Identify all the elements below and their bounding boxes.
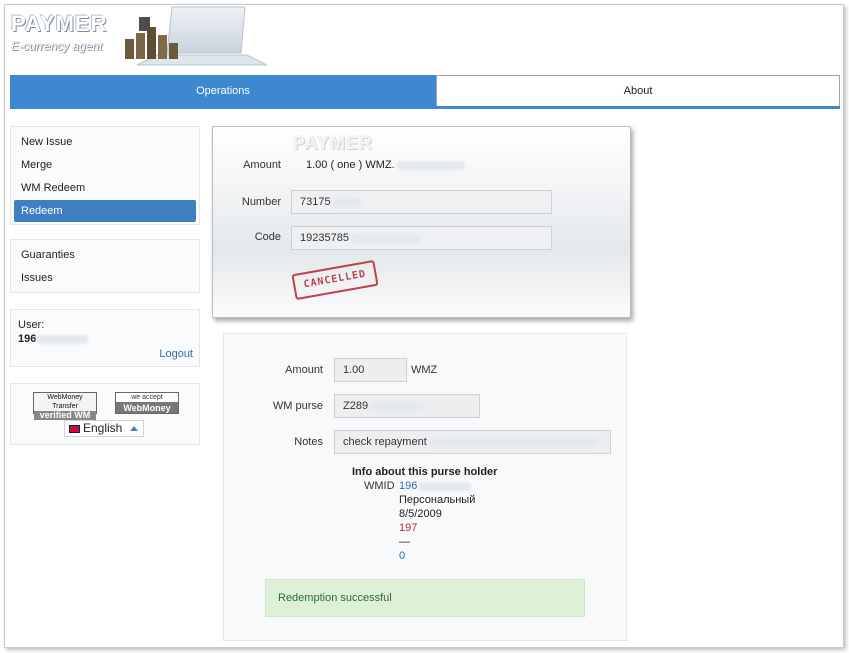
amount-field[interactable]: 1.00 (334, 358, 407, 382)
wmid-redacted (419, 481, 472, 491)
wmid-text: 196 (399, 480, 418, 492)
user-id: 196 (18, 333, 89, 345)
we-accept-badge-top: we accept (116, 393, 178, 402)
cheque-number-text: 73175 (300, 196, 331, 208)
wm-purse-redacted (370, 401, 425, 411)
tab-about[interactable]: About (436, 75, 840, 106)
claims-count[interactable]: 0 (399, 550, 405, 562)
cheque-amount-value: 1.00 ( one ) WMZ. (306, 159, 465, 171)
sidebar-item-merge[interactable]: Merge (14, 154, 196, 176)
purse-holder-info-title: Info about this purse holder (352, 466, 498, 478)
redeem-form-panel: Amount 1.00 WMZ WM purse Z289 Notes chec… (223, 333, 627, 641)
tabs-underline (10, 106, 840, 109)
language-label: English (83, 421, 123, 435)
sidebar-item-issues[interactable]: Issues (14, 267, 196, 289)
cheque-amount-text: 1.00 ( one ) WMZ. (306, 159, 395, 171)
user-id-prefix: 196 (18, 333, 37, 345)
badges-panel: WebMoney Transfer verified WM we accept … (10, 383, 200, 445)
tab-operations[interactable]: Operations (10, 75, 436, 106)
sidebar-menu-secondary: Guaranties Issues (10, 239, 200, 293)
cancelled-stamp: CANCELLED (291, 259, 379, 301)
cheque-number-field: 73175 (291, 190, 552, 214)
logout-link[interactable]: Logout (159, 348, 193, 360)
cheque-number-redacted (332, 197, 361, 207)
wmid-label: WMID (364, 480, 395, 492)
user-label: User: (18, 319, 45, 331)
laptop-coins-graphic (125, 6, 267, 66)
sidebar-item-wm-redeem[interactable]: WM Redeem (14, 177, 196, 199)
cheque-code-redacted (350, 233, 419, 243)
business-level[interactable]: 197 (399, 522, 417, 534)
wm-transfer-badge-bottom: verified WM (34, 411, 96, 420)
header: PAYMER E-currency agent (5, 5, 843, 75)
cheque-amount-redacted (396, 160, 465, 170)
dash-value: — (399, 536, 410, 548)
success-alert: Redemption successful (265, 579, 585, 617)
sidebar-item-new-issue[interactable]: New Issue (14, 131, 196, 153)
amount-unit: WMZ (411, 364, 438, 376)
notes-label: Notes (294, 436, 323, 448)
uk-flag-icon (69, 424, 80, 433)
cheque-card: PAYMER Amount 1.00 ( one ) WMZ. Number 7… (212, 126, 631, 318)
we-accept-badge-bottom: WebMoney (123, 403, 171, 413)
wm-purse-field[interactable]: Z289 (334, 394, 480, 418)
notes-text: check repayment (343, 436, 427, 448)
user-panel: User: 196 Logout (10, 309, 200, 367)
notes-redacted (428, 437, 599, 447)
amount-label: Amount (285, 364, 323, 376)
sidebar-item-redeem[interactable]: Redeem (14, 200, 196, 222)
sidebar-item-guaranties[interactable]: Guaranties (14, 244, 196, 266)
main-tabs: Operations About (10, 75, 840, 109)
registration-date: 8/5/2009 (399, 508, 442, 520)
cheque-amount-label: Amount (243, 159, 281, 171)
we-accept-webmoney-badge[interactable]: we accept WebMoney (115, 392, 179, 414)
caret-up-icon (130, 426, 138, 431)
wm-purse-label: WM purse (272, 400, 323, 412)
wmid-value[interactable]: 196 (399, 480, 472, 492)
wm-transfer-badge-top: WebMoney Transfer (47, 394, 83, 410)
user-id-redacted (36, 334, 89, 344)
brand-subtitle: E-currency agent (11, 39, 103, 53)
cheque-code-field: 19235785 (291, 226, 552, 250)
notes-field[interactable]: check repayment (334, 430, 611, 454)
wm-purse-text: Z289 (343, 400, 369, 412)
cheque-code-text: 19235785 (300, 232, 349, 244)
cheque-number-label: Number (241, 196, 281, 208)
brand-logo[interactable]: PAYMER (11, 11, 107, 37)
passport-type: Персональный (399, 494, 476, 506)
language-select[interactable]: English (64, 420, 144, 437)
webmoney-transfer-badge[interactable]: WebMoney Transfer verified WM (33, 392, 97, 420)
app-frame: PAYMER E-currency agent Operations About… (4, 4, 844, 648)
sidebar-menu-main: New Issue Merge WM Redeem Redeem (10, 126, 200, 225)
cheque-brand: PAYMER (293, 133, 374, 153)
cheque-code-label: Code (254, 231, 281, 243)
